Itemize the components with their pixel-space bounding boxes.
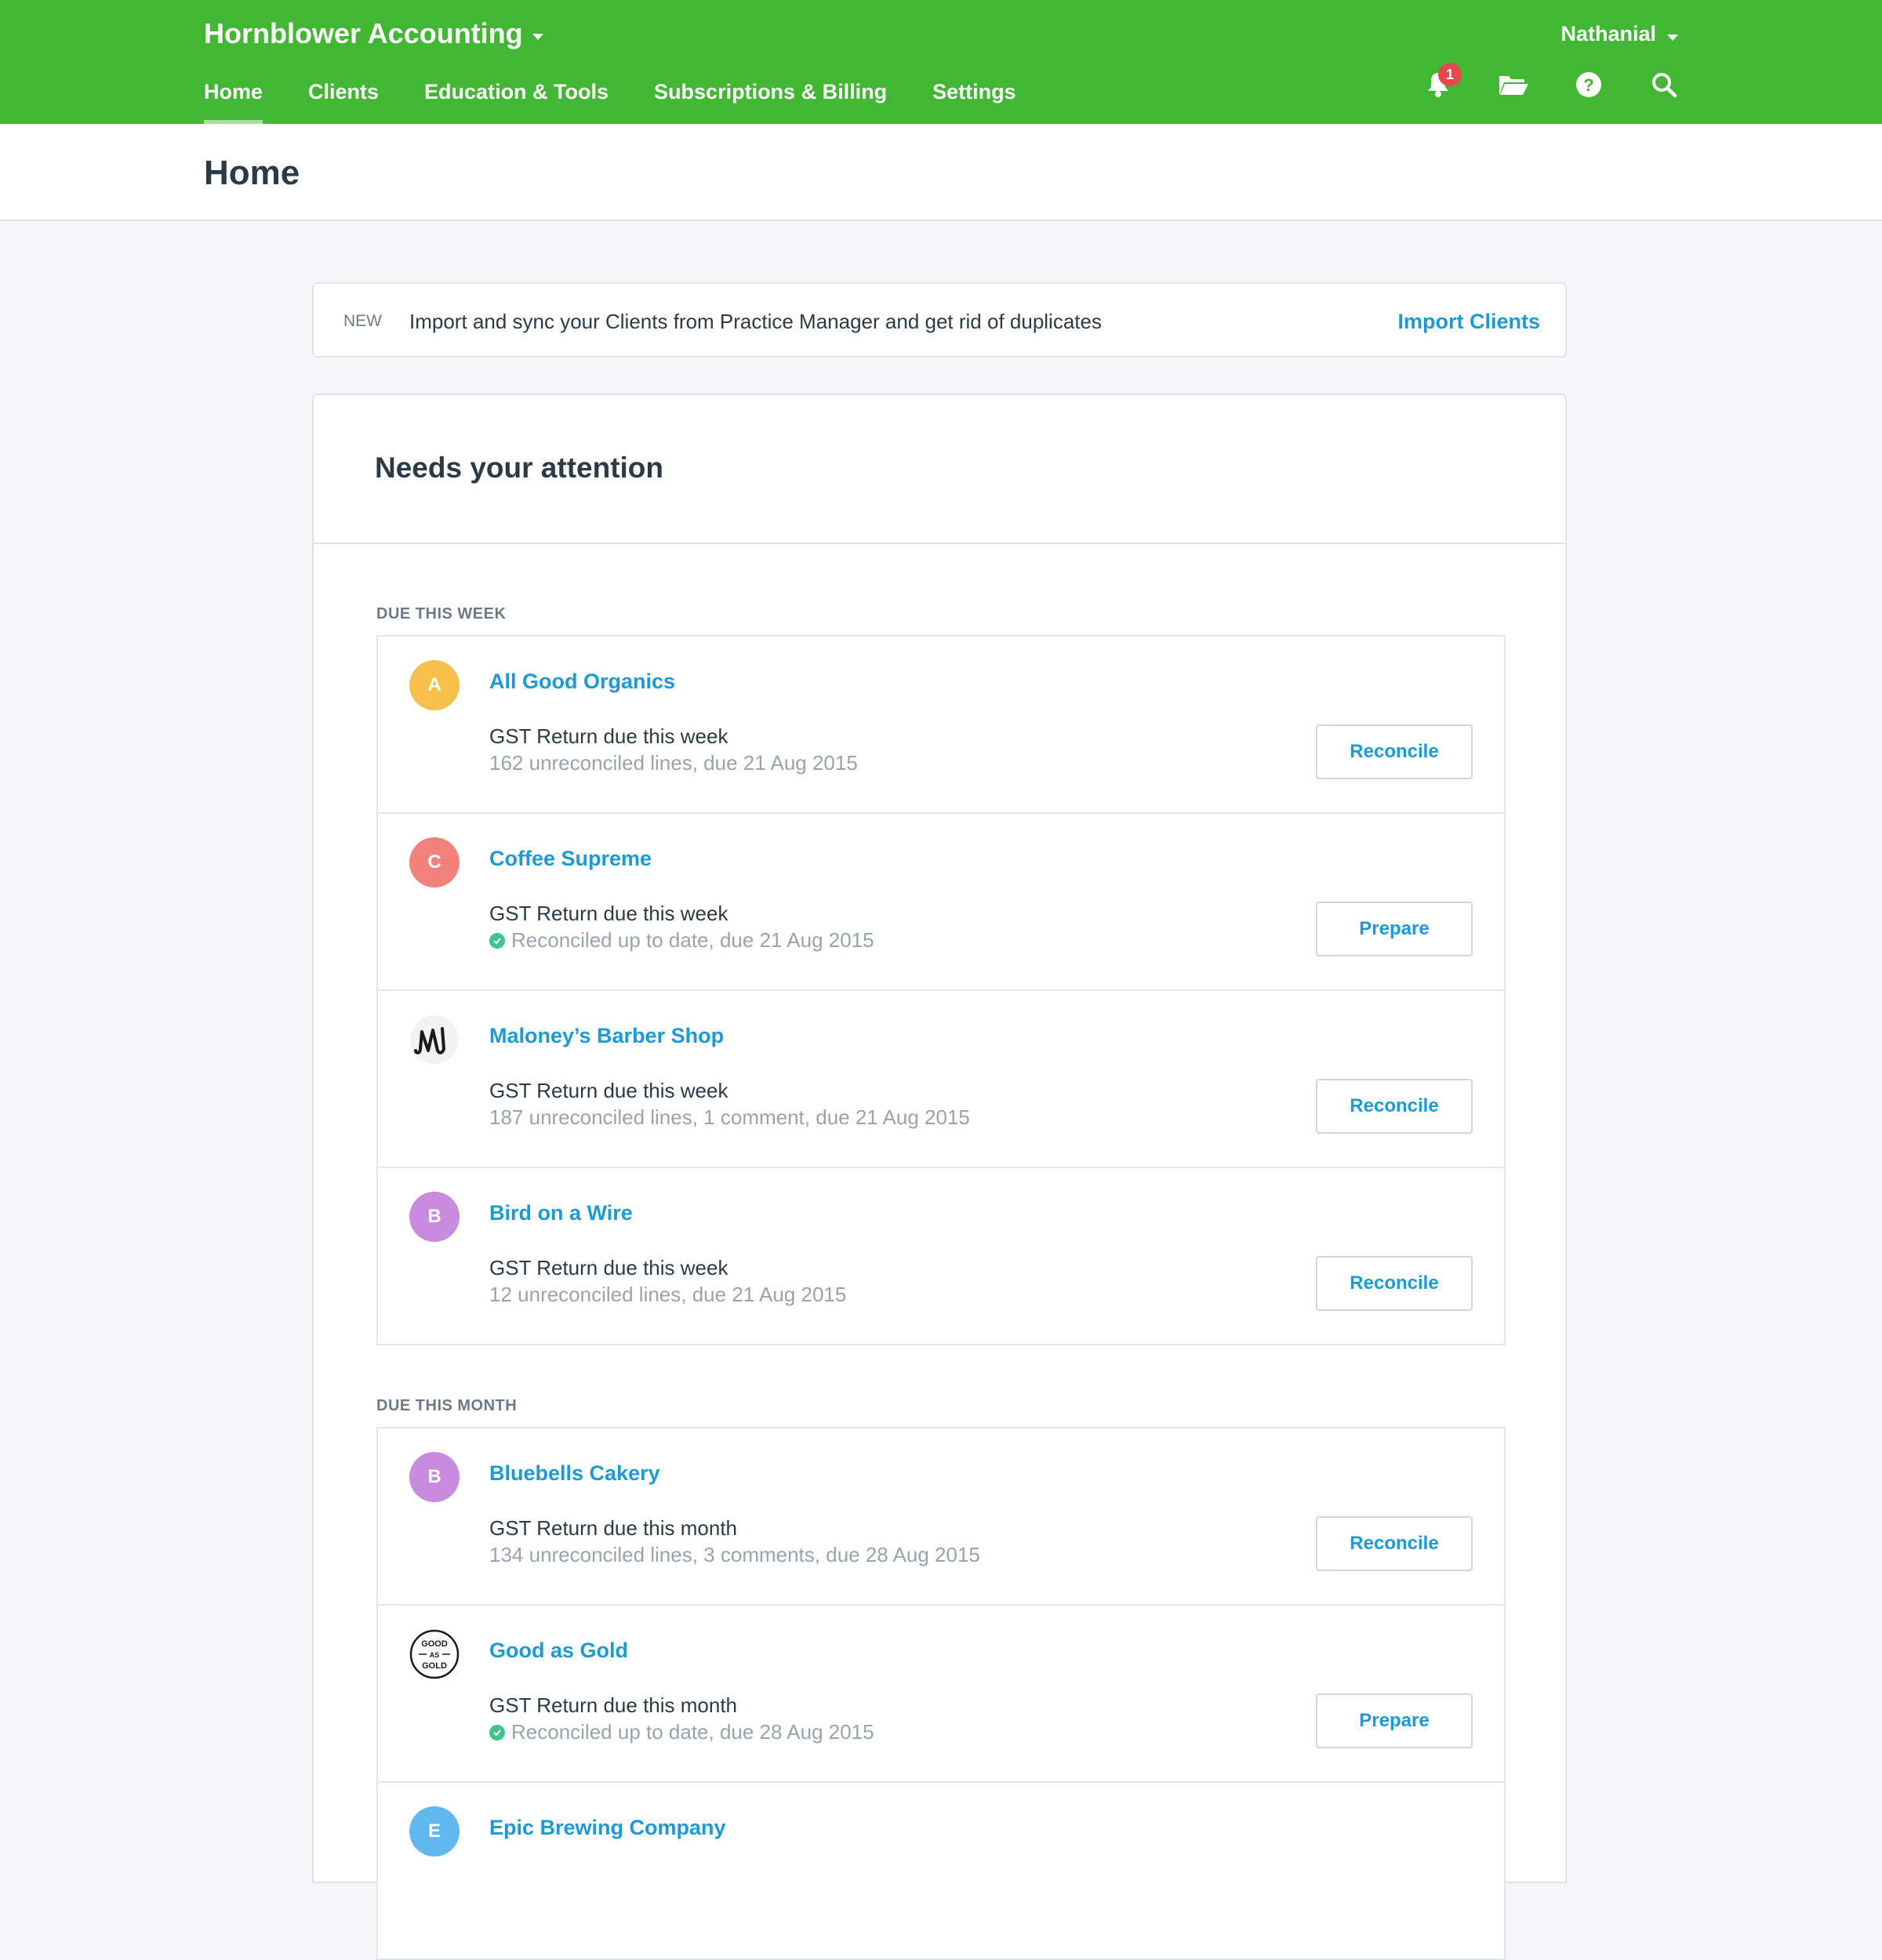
list-item: A All Good Organics GST Return due this …: [378, 637, 1504, 814]
task-title: GST Return due this week: [489, 1256, 728, 1279]
svg-text:?: ?: [1583, 75, 1593, 95]
import-banner: NEW Import and sync your Clients from Pr…: [312, 282, 1567, 358]
task-detail-text: Reconciled up to date, due 21 Aug 2015: [511, 928, 874, 952]
folder-icon: [1499, 76, 1528, 95]
check-circle-icon: [489, 932, 505, 949]
task-detail-text: 134 unreconciled lines, 3 comments, due …: [489, 1543, 980, 1566]
chevron-down-icon: [1667, 34, 1678, 41]
main-nav: Home Clients Education & Tools Subscript…: [204, 80, 1062, 124]
files-button[interactable]: [1498, 69, 1529, 100]
svg-text:GOOD: GOOD: [421, 1639, 448, 1649]
task-detail: 12 unreconciled lines, due 21 Aug 2015: [489, 1283, 846, 1307]
client-link[interactable]: Maloney’s Barber Shop: [489, 1024, 724, 1048]
task-detail: 134 unreconciled lines, 3 comments, due …: [489, 1543, 980, 1567]
reconcile-button[interactable]: Reconcile: [1316, 1516, 1473, 1571]
list-item: B Bird on a Wire GST Return due this wee…: [378, 1168, 1504, 1344]
banner-message: Import and sync your Clients from Practi…: [409, 310, 1102, 333]
task-detail: Reconciled up to date, due 21 Aug 2015: [489, 928, 874, 953]
user-name: Nathanial: [1560, 22, 1656, 45]
section-label-due-this-month: DUE THIS MONTH: [376, 1397, 518, 1414]
list-item: Maloney’s Barber Shop GST Return due thi…: [378, 991, 1504, 1168]
top-navigation-bar: Hornblower Accounting Nathanial Home Cli…: [0, 0, 1882, 124]
avatar: C: [409, 837, 460, 887]
chevron-down-icon: [532, 34, 543, 40]
client-link[interactable]: Bluebells Cakery: [489, 1461, 660, 1486]
avatar: E: [409, 1806, 460, 1857]
svg-text:AS: AS: [430, 1651, 440, 1659]
nav-settings[interactable]: Settings: [932, 80, 1016, 124]
list-item: B Bluebells Cakery GST Return due this m…: [378, 1428, 1504, 1606]
task-detail-text: Reconciled up to date, due 28 Aug 2015: [511, 1720, 874, 1744]
reconcile-button[interactable]: Reconcile: [1316, 1079, 1473, 1134]
task-detail: 187 unreconciled lines, 1 comment, due 2…: [489, 1105, 970, 1130]
search-button[interactable]: [1648, 69, 1680, 100]
prepare-button[interactable]: Prepare: [1316, 1693, 1473, 1748]
notification-badge: 1: [1438, 63, 1462, 86]
task-detail-text: 12 unreconciled lines, due 21 Aug 2015: [489, 1283, 847, 1306]
panel-title: Needs your attention: [375, 452, 663, 484]
client-link[interactable]: All Good Organics: [489, 670, 675, 694]
list-item: C Coffee Supreme GST Return due this wee…: [378, 814, 1504, 991]
section-label-due-this-week: DUE THIS WEEK: [376, 605, 507, 622]
nav-education-tools[interactable]: Education & Tools: [424, 80, 609, 124]
list-item: GOOD AS GOLD Good as Gold GST Return due…: [378, 1606, 1504, 1783]
list-item: E Epic Brewing Company: [378, 1783, 1504, 1958]
avatar: B: [409, 1452, 460, 1502]
good-as-gold-logo: GOOD AS GOLD: [409, 1629, 460, 1679]
task-title: GST Return due this week: [489, 724, 728, 748]
nav-subscriptions-billing[interactable]: Subscriptions & Billing: [654, 80, 887, 124]
user-menu[interactable]: Nathanial: [1560, 22, 1678, 46]
prepare-button[interactable]: Prepare: [1316, 902, 1473, 956]
client-link[interactable]: Good as Gold: [489, 1639, 628, 1663]
task-title: GST Return due this week: [489, 1079, 728, 1102]
avatar: B: [409, 1192, 460, 1242]
header-icons: 1 ?: [1422, 63, 1680, 100]
nav-home[interactable]: Home: [204, 80, 263, 124]
client-link[interactable]: Epic Brewing Company: [489, 1816, 726, 1840]
panel-header: Needs your attention: [314, 395, 1565, 544]
organization-name: Hornblower Accounting: [204, 17, 523, 49]
notifications-button[interactable]: 1: [1422, 63, 1462, 100]
help-button[interactable]: ?: [1573, 69, 1604, 100]
nav-clients[interactable]: Clients: [308, 80, 379, 124]
task-detail: Reconciled up to date, due 28 Aug 2015: [489, 1720, 874, 1744]
task-detail-text: 187 unreconciled lines, 1 comment, due 2…: [489, 1105, 970, 1129]
import-clients-link[interactable]: Import Clients: [1397, 310, 1540, 334]
m-script-logo: [409, 1014, 460, 1065]
avatar: A: [409, 660, 460, 710]
page-header: Home: [0, 124, 1882, 221]
task-detail-text: 162 unreconciled lines, due 21 Aug 2015: [489, 751, 858, 775]
client-link[interactable]: Bird on a Wire: [489, 1201, 633, 1225]
page-title: Home: [204, 154, 300, 192]
organization-switcher[interactable]: Hornblower Accounting: [204, 17, 543, 50]
task-title: GST Return due this month: [489, 1516, 738, 1540]
svg-text:GOLD: GOLD: [422, 1661, 447, 1671]
needs-attention-panel: Needs your attention DUE THIS WEEK A All…: [312, 394, 1567, 1960]
due-this-week-list: A All Good Organics GST Return due this …: [376, 635, 1506, 1345]
help-icon: ?: [1576, 72, 1601, 97]
task-detail: 162 unreconciled lines, due 21 Aug 2015: [489, 751, 858, 775]
reconcile-button[interactable]: Reconcile: [1316, 724, 1473, 779]
task-title: GST Return due this month: [489, 1693, 738, 1717]
client-link[interactable]: Coffee Supreme: [489, 847, 652, 871]
search-icon: [1652, 73, 1677, 98]
reconcile-button[interactable]: Reconcile: [1316, 1256, 1473, 1311]
check-circle-icon: [489, 1724, 505, 1740]
task-title: GST Return due this week: [489, 902, 728, 925]
due-this-month-list: B Bluebells Cakery GST Return due this m…: [376, 1427, 1506, 1960]
new-tag: NEW: [343, 312, 382, 330]
